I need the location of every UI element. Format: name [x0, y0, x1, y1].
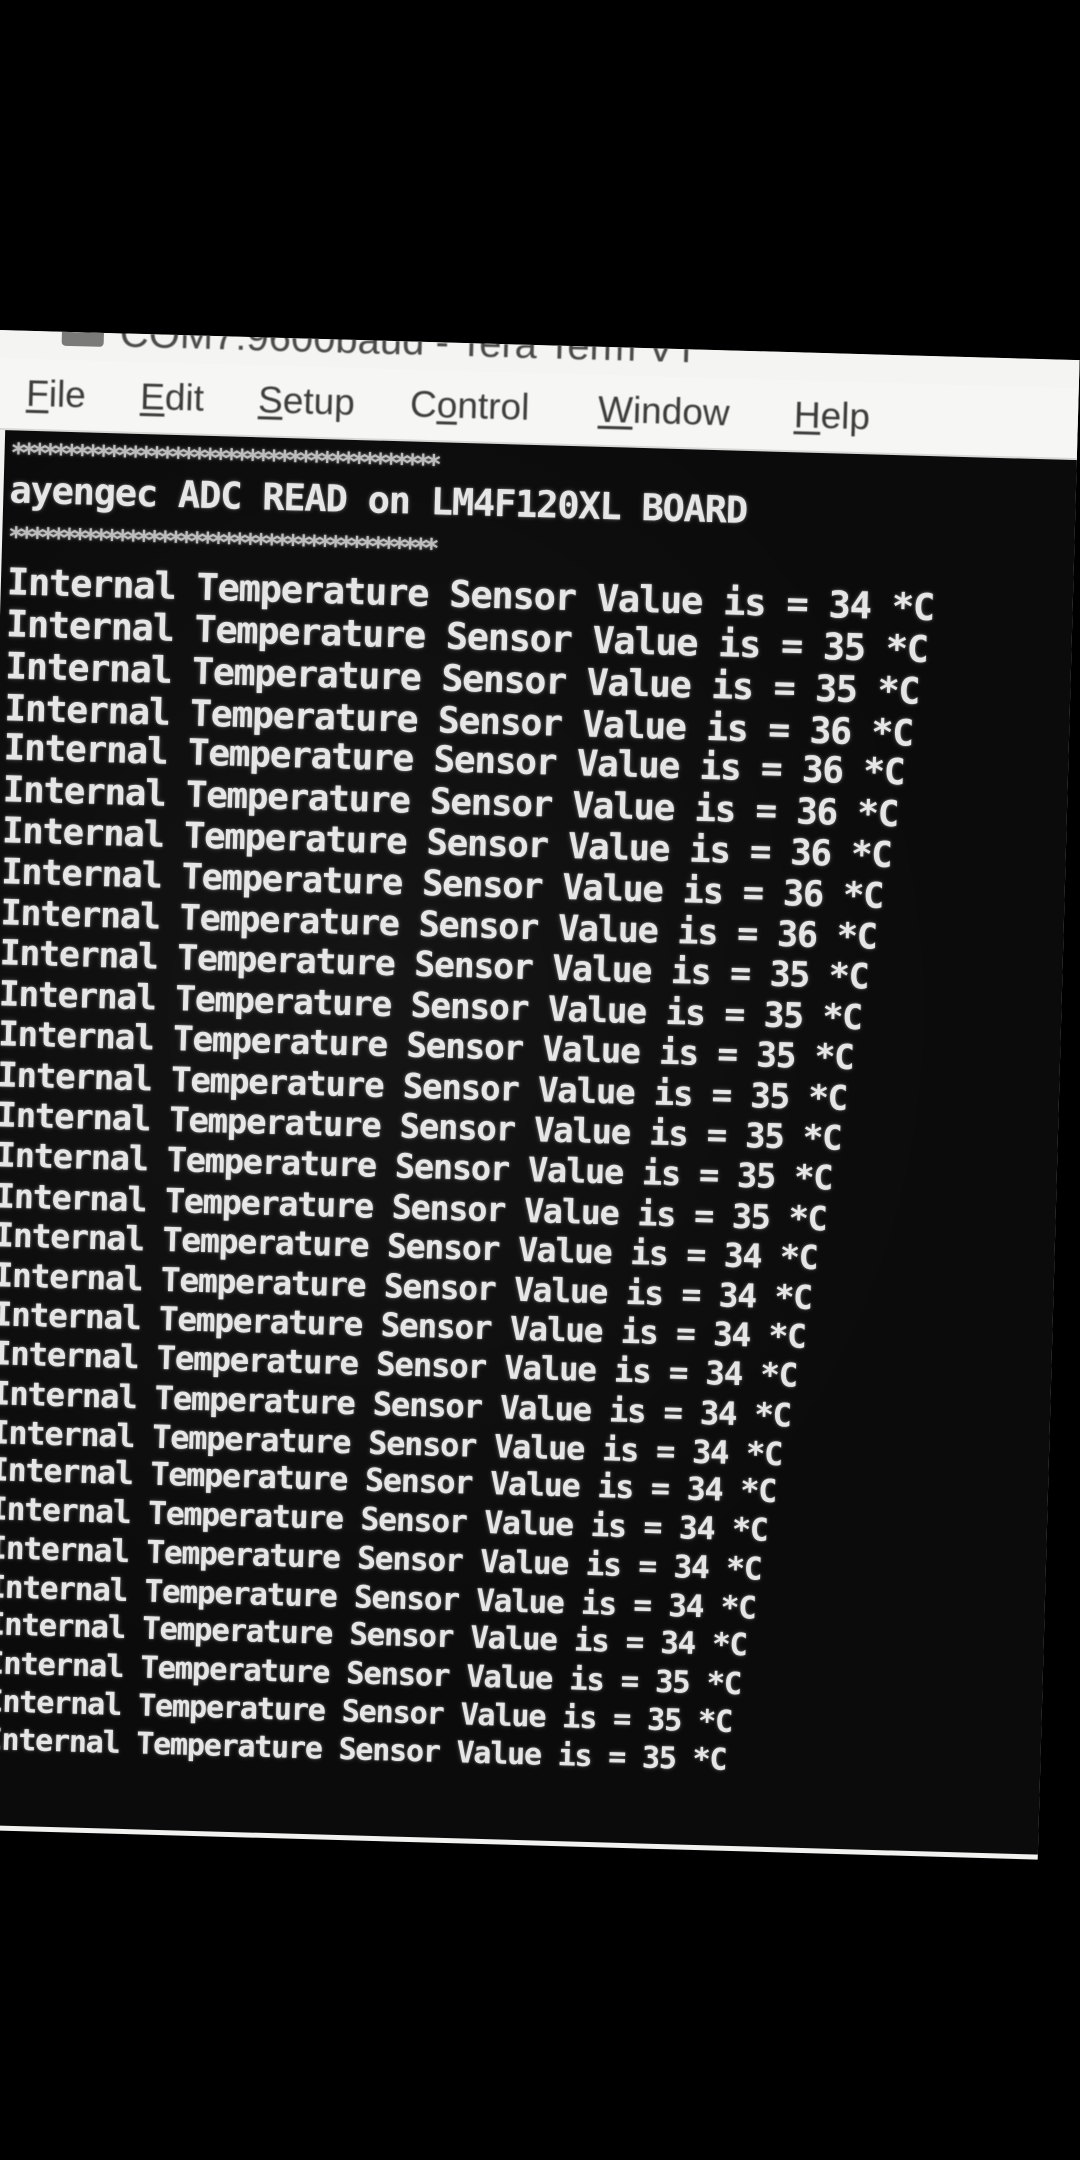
- reading-value: 35: [731, 1196, 771, 1237]
- menu-control-rest: ntrol: [456, 384, 530, 428]
- photo-frame: COM7:9600baud - Tera Term VT File Edit S…: [0, 0, 1080, 2160]
- reading-unit: *C: [694, 1627, 748, 1664]
- reading-unit: *C: [808, 955, 869, 998]
- reading-value: 35: [641, 1740, 677, 1777]
- menu-setup-rest: etup: [282, 379, 356, 423]
- reading-unit: *C: [721, 1472, 777, 1511]
- app-icon: [61, 331, 104, 347]
- reading-unit: *C: [760, 1237, 818, 1278]
- menu-edit-accel: E: [139, 375, 166, 418]
- menu-setup[interactable]: Setup: [258, 379, 356, 424]
- reading-value: 35: [654, 1664, 690, 1701]
- reading-value: 35: [736, 1156, 776, 1197]
- menu-setup-accel: S: [257, 379, 284, 421]
- reading-value: 34: [704, 1354, 743, 1394]
- reading-unit: *C: [816, 915, 878, 958]
- reading-unit: *C: [788, 1077, 848, 1119]
- reading-unit: *C: [856, 667, 920, 713]
- reading-unit: *C: [675, 1741, 727, 1778]
- reading-value: 34: [718, 1275, 757, 1316]
- reading-value: 34: [686, 1471, 723, 1509]
- reading-unit: *C: [702, 1588, 757, 1627]
- menu-window-accel: W: [597, 388, 634, 431]
- menu-control[interactable]: Control: [409, 383, 530, 428]
- reading-value: 34: [678, 1510, 715, 1548]
- reading-value: 34: [691, 1432, 729, 1472]
- reading-value: 35: [646, 1702, 682, 1739]
- reading-unit: *C: [680, 1703, 733, 1740]
- reading-value: 36: [809, 708, 852, 753]
- reading-unit: *C: [802, 996, 863, 1039]
- reading-unit: *C: [794, 1036, 855, 1079]
- reading-unit: *C: [749, 1316, 807, 1356]
- reading-unit: *C: [836, 792, 899, 835]
- reading-unit: *C: [850, 709, 914, 755]
- banner-line: ayengec ADC READ on LM4F120XL BOARD: [8, 468, 748, 532]
- reading-unit: *C: [864, 626, 929, 672]
- reading-value: 36: [801, 749, 844, 792]
- menu-file-rest: ile: [48, 373, 87, 416]
- reading-value: 34: [699, 1393, 737, 1433]
- reading-unit: *C: [713, 1511, 768, 1549]
- menu-edit-rest: dit: [164, 376, 205, 419]
- menu-window[interactable]: Window: [597, 389, 730, 435]
- reading-unit: *C: [822, 874, 884, 917]
- reading-value: 36: [795, 791, 838, 834]
- reading-unit: *C: [870, 584, 935, 630]
- reading-value: 34: [659, 1626, 696, 1663]
- reading-value: 34: [667, 1587, 704, 1625]
- reading-value: 35: [763, 995, 804, 1037]
- reading-value: 34: [672, 1549, 710, 1587]
- menu-control-pre: C: [409, 383, 438, 426]
- reading-value: 34: [723, 1236, 762, 1277]
- reading-unit: *C: [783, 1117, 842, 1159]
- reading-value: 34: [828, 583, 872, 628]
- reading-value: 35: [755, 1035, 796, 1077]
- reading-unit: *C: [688, 1665, 742, 1702]
- menu-help[interactable]: Help: [793, 394, 870, 438]
- reading-unit: *C: [708, 1550, 762, 1588]
- reading-unit: *C: [774, 1157, 833, 1198]
- menu-help-rest: elp: [820, 394, 871, 438]
- menu-file-accel: F: [25, 372, 50, 415]
- menu-file[interactable]: File: [26, 373, 87, 417]
- reading-value: 36: [789, 832, 832, 875]
- separator-bottom: ****************************************: [7, 522, 435, 565]
- reading-value: 36: [776, 914, 818, 957]
- menu-edit[interactable]: Edit: [140, 376, 205, 420]
- reading-unit: *C: [741, 1355, 798, 1396]
- menu-window-rest: indow: [632, 389, 731, 434]
- terminal-output[interactable]: ****************************************…: [0, 430, 1080, 1856]
- reading-value: 35: [822, 625, 866, 670]
- reading-unit: *C: [769, 1197, 827, 1238]
- reading-value: 35: [769, 954, 810, 996]
- reading-value: 35: [814, 666, 858, 711]
- tera-term-window: COM7:9600baud - Tera Term VT File Edit S…: [0, 330, 1080, 1860]
- reading-unit: *C: [727, 1433, 783, 1474]
- reading-unit: *C: [830, 833, 893, 877]
- reading-value: 36: [782, 873, 824, 916]
- reading-unit: *C: [735, 1394, 792, 1435]
- reading-value: 35: [749, 1076, 790, 1118]
- reading-value: 35: [744, 1116, 785, 1157]
- menu-control-accel: o: [436, 384, 458, 426]
- reading-unit: *C: [755, 1276, 813, 1318]
- reading-value: 34: [712, 1315, 751, 1355]
- menu-help-accel: H: [793, 394, 822, 436]
- reading-unit: *C: [842, 750, 905, 794]
